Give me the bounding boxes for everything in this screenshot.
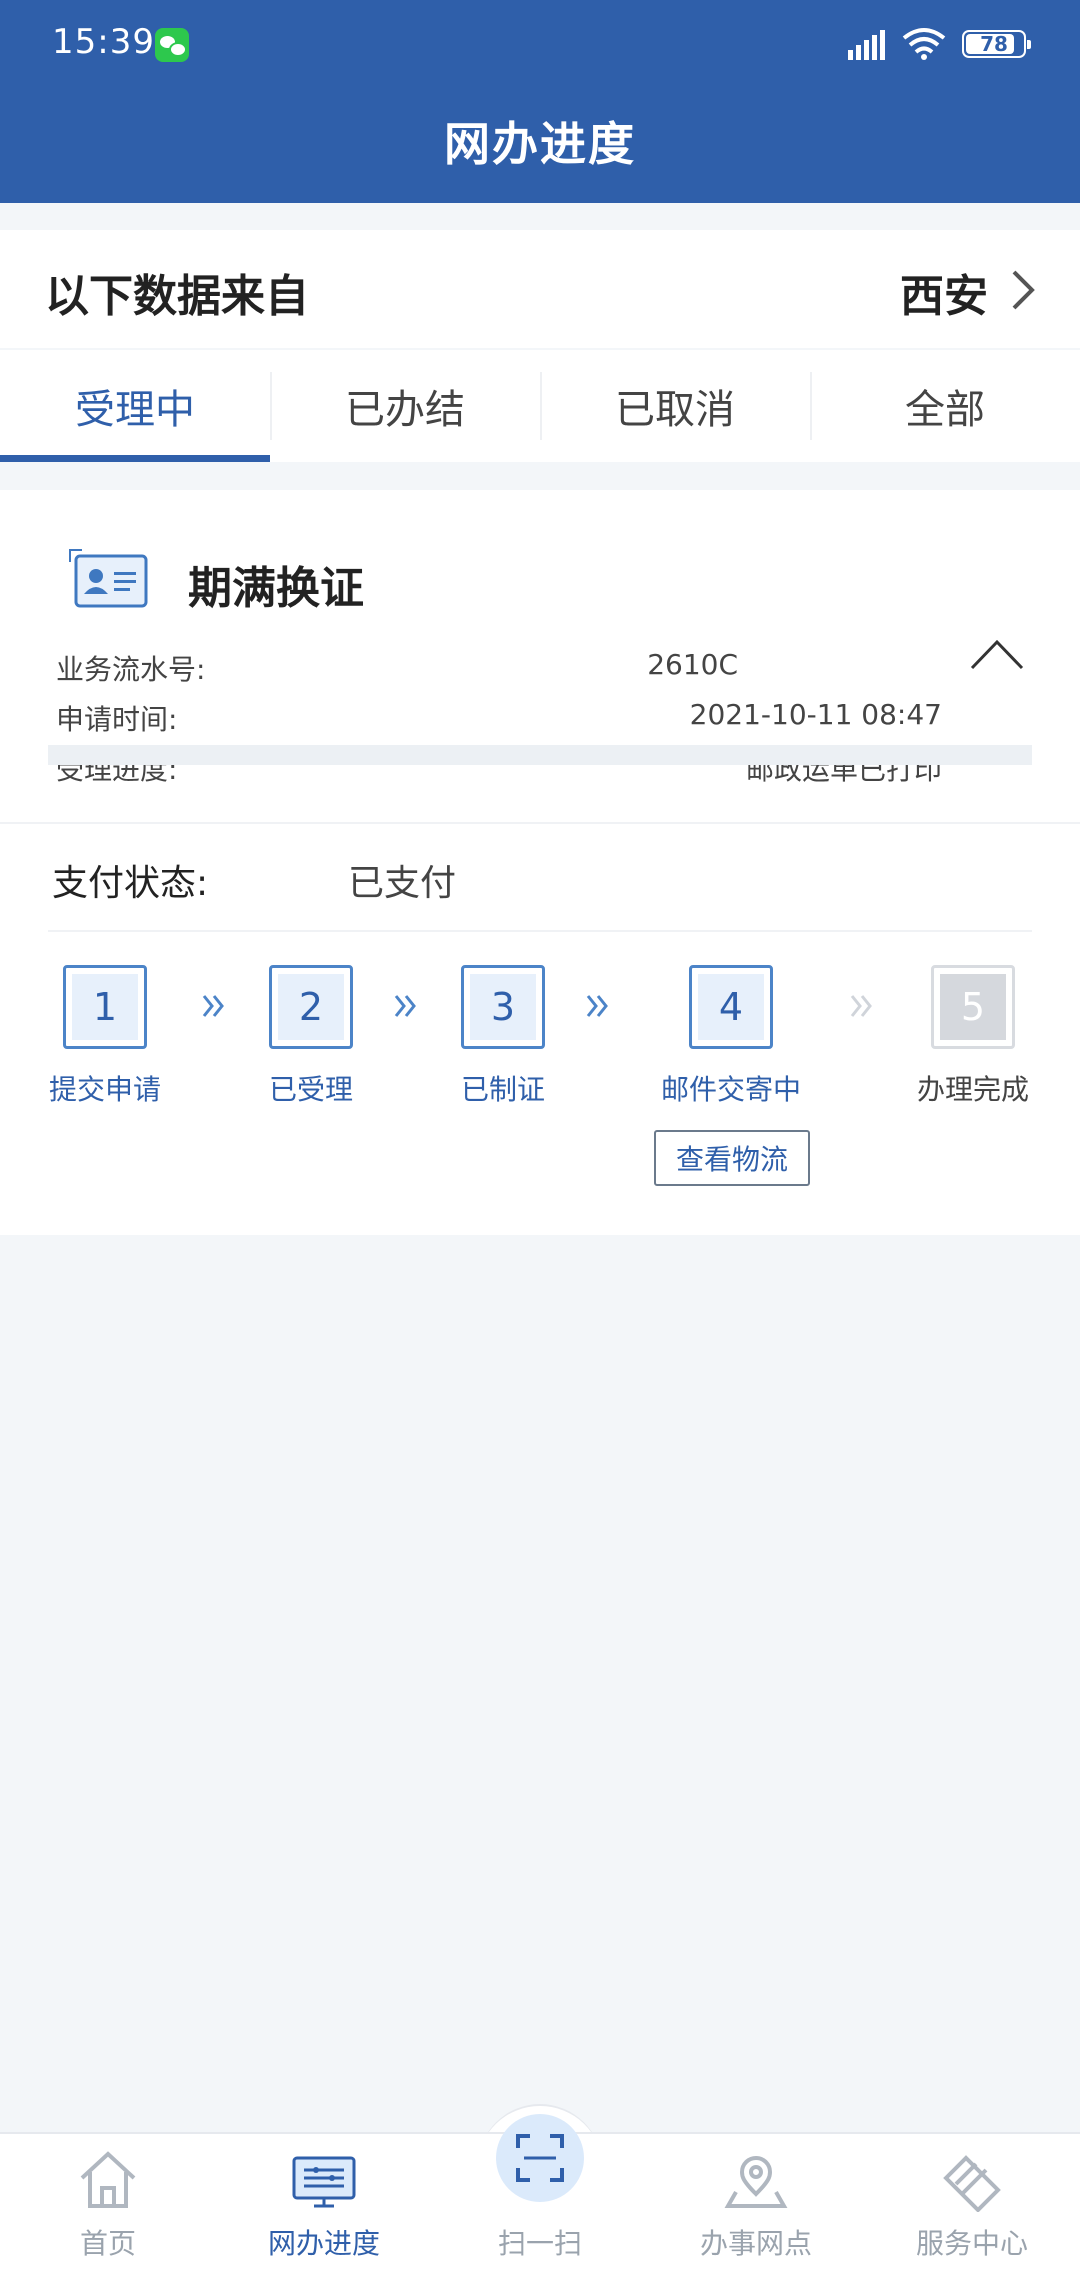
step-2-number: 2 <box>278 974 344 1040</box>
nav-home-label: 首页 <box>79 2227 136 2260</box>
status-bar: 15:39 78 <box>0 0 1080 90</box>
handshake-icon <box>943 2155 1001 2212</box>
serial-number-value: 2610C <box>647 648 738 681</box>
double-chevron-icon <box>586 995 608 1017</box>
nav-scan-label: 扫一扫 <box>497 2227 582 2260</box>
application-card: 期满换证 业务流水号: 2610C 申请时间: 2021-10-11 08:47… <box>0 490 1080 1235</box>
step-1-label: 提交申请 <box>48 1073 161 1106</box>
wifi-icon <box>902 28 946 60</box>
id-card-icon <box>69 549 148 608</box>
status-tabs: 受理中 已办结 已取消 全部 <box>0 350 1080 462</box>
tab-processing[interactable]: 受理中 <box>0 350 270 462</box>
step-3-label: 已制证 <box>460 1073 545 1106</box>
payment-status-label: 支付状态: <box>52 863 209 904</box>
chevron-right-icon <box>1012 270 1035 310</box>
nav-service-points[interactable]: 办事网点 <box>648 2134 864 2280</box>
location-label: 以下数据来自 <box>45 271 309 322</box>
nav-service-center[interactable]: 服务中心 <box>864 2134 1080 2280</box>
payment-divider <box>48 930 1032 932</box>
step-4-number: 4 <box>698 974 764 1040</box>
step-5-label: 办理完成 <box>916 1073 1029 1106</box>
tab-all[interactable]: 全部 <box>810 350 1080 462</box>
nav-progress[interactable]: 网办进度 <box>216 2134 432 2280</box>
step-5-box: 5 <box>931 965 1015 1049</box>
battery-level: 78 <box>980 32 1008 56</box>
collapse-chevron-up-icon[interactable] <box>968 638 1026 672</box>
monitor-icon <box>292 2156 356 2208</box>
nav-home[interactable]: 首页 <box>0 2134 216 2280</box>
wechat-icon <box>155 28 189 62</box>
service-title: 期满换证 <box>188 563 364 614</box>
step-3-number: 3 <box>470 974 536 1040</box>
card-shadow <box>48 745 1032 765</box>
home-icon <box>80 2151 136 2208</box>
apply-time-label: 申请时间: <box>56 703 178 736</box>
payment-status-value: 已支付 <box>348 863 457 904</box>
double-chevron-icon <box>850 995 872 1017</box>
signal-icon <box>848 30 885 60</box>
step-2-box: 2 <box>269 965 353 1049</box>
scan-icon <box>516 2134 564 2182</box>
step-2-label: 已受理 <box>268 1073 353 1106</box>
step-1-number: 1 <box>72 974 138 1040</box>
location-selector[interactable]: 以下数据来自 西安 <box>0 230 1080 348</box>
status-time: 15:39 <box>52 22 155 62</box>
page-title: 网办进度 <box>444 117 636 171</box>
double-chevron-icon <box>394 995 416 1017</box>
view-logistics-button[interactable]: 查看物流 <box>654 1130 810 1186</box>
tab-cancelled[interactable]: 已取消 <box>540 350 810 462</box>
app-header: 15:39 78 网办进度 <box>0 0 1080 203</box>
step-1-box: 1 <box>63 965 147 1049</box>
apply-time-value: 2021-10-11 08:47 <box>689 698 942 731</box>
scan-button[interactable] <box>496 2114 584 2202</box>
map-pin-icon <box>724 2156 788 2208</box>
card-divider <box>0 822 1080 824</box>
nav-service-points-label: 办事网点 <box>699 2227 812 2260</box>
battery-icon: 78 <box>962 30 1031 58</box>
serial-number-label: 业务流水号: <box>56 653 206 686</box>
tab-completed[interactable]: 已办结 <box>270 350 540 462</box>
nav-service-center-label: 服务中心 <box>915 2227 1028 2260</box>
step-3-box: 3 <box>461 965 545 1049</box>
double-chevron-icon <box>202 995 224 1017</box>
step-4-label: 邮件交寄中 <box>660 1073 801 1106</box>
step-4-box: 4 <box>689 965 773 1049</box>
location-city: 西安 <box>900 271 988 322</box>
step-5-number: 5 <box>940 974 1006 1040</box>
nav-progress-label: 网办进度 <box>267 2227 380 2260</box>
